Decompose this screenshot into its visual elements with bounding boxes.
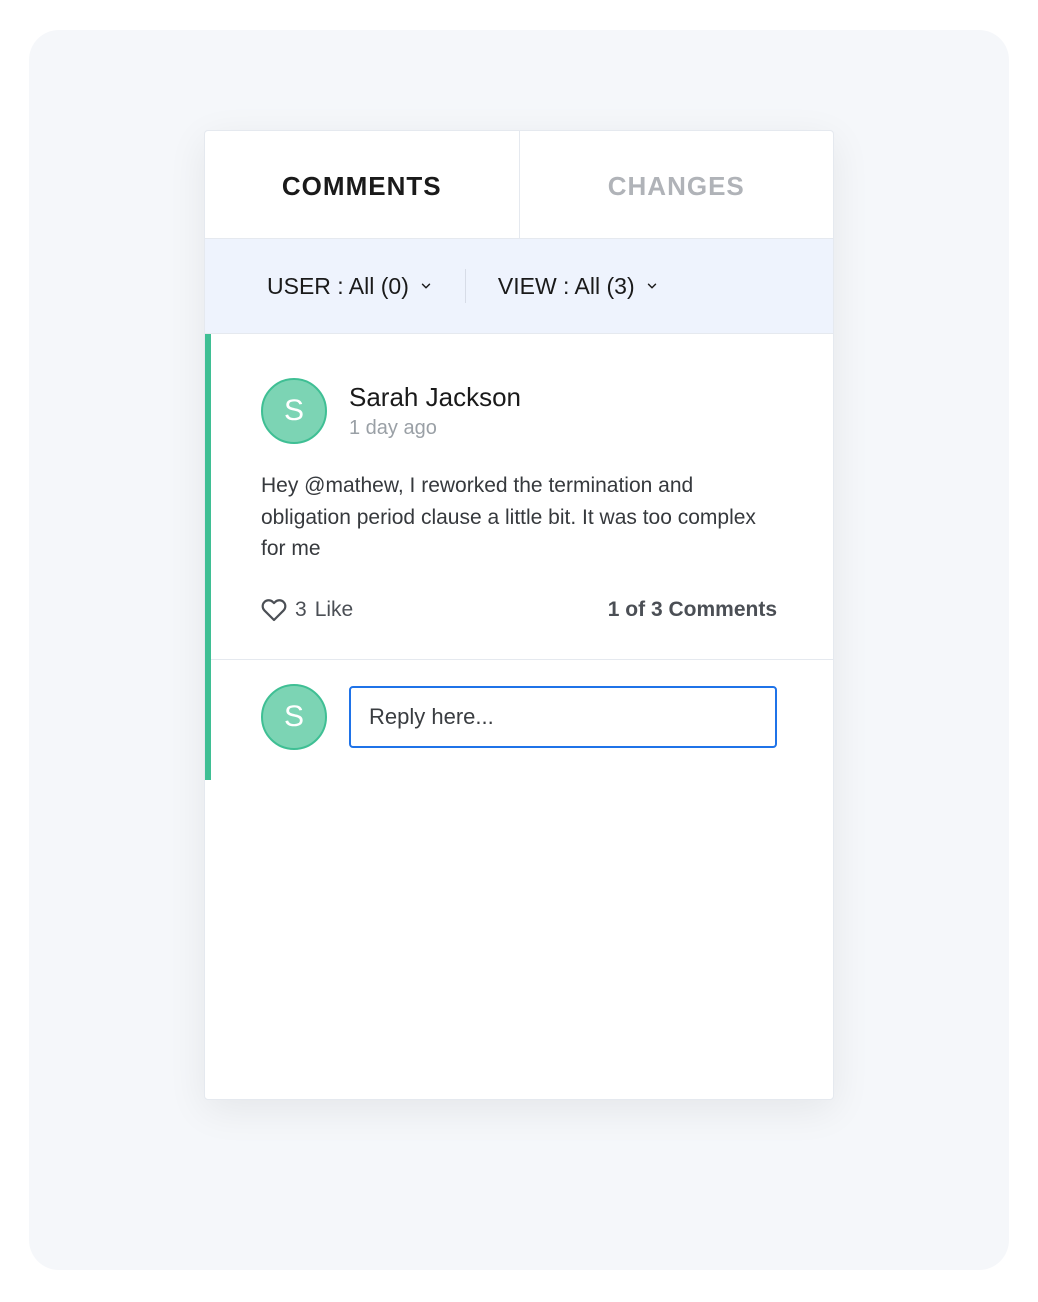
filter-bar: USER : All (0) VIEW : All (3) [205, 239, 833, 334]
chevron-down-icon [645, 279, 659, 293]
comment-username: Sarah Jackson [349, 382, 521, 413]
comment-timestamp: 1 day ago [349, 417, 521, 440]
reply-row: S [211, 660, 833, 780]
heart-icon [261, 597, 287, 623]
filter-user[interactable]: USER : All (0) [267, 273, 433, 300]
comment-thread: S Sarah Jackson 1 day ago Hey @mathew, I… [205, 334, 833, 780]
like-button[interactable]: 3 Like [261, 597, 353, 623]
filter-divider [465, 269, 466, 303]
app-backdrop: COMMENTS CHANGES USER : All (0) VIEW : A… [29, 30, 1009, 1270]
filter-user-label: USER : All (0) [267, 273, 409, 300]
like-count: 3 [295, 598, 307, 622]
comment-counter: 1 of 3 Comments [608, 598, 777, 622]
comment-item: S Sarah Jackson 1 day ago Hey @mathew, I… [211, 334, 833, 660]
comment-body: Hey @mathew, I reworked the termination … [261, 470, 777, 565]
like-label: Like [315, 598, 354, 622]
avatar: S [261, 684, 327, 750]
comments-panel: COMMENTS CHANGES USER : All (0) VIEW : A… [204, 130, 834, 1100]
tab-bar: COMMENTS CHANGES [205, 131, 833, 239]
tab-changes[interactable]: CHANGES [520, 131, 834, 238]
avatar: S [261, 378, 327, 444]
comment-footer: 3 Like 1 of 3 Comments [261, 597, 777, 623]
reply-input[interactable] [349, 686, 777, 748]
comment-header: S Sarah Jackson 1 day ago [261, 378, 777, 444]
tab-comments[interactable]: COMMENTS [205, 131, 520, 238]
chevron-down-icon [419, 279, 433, 293]
user-meta: Sarah Jackson 1 day ago [349, 382, 521, 440]
filter-view-label: VIEW : All (3) [498, 273, 635, 300]
filter-view[interactable]: VIEW : All (3) [498, 273, 659, 300]
